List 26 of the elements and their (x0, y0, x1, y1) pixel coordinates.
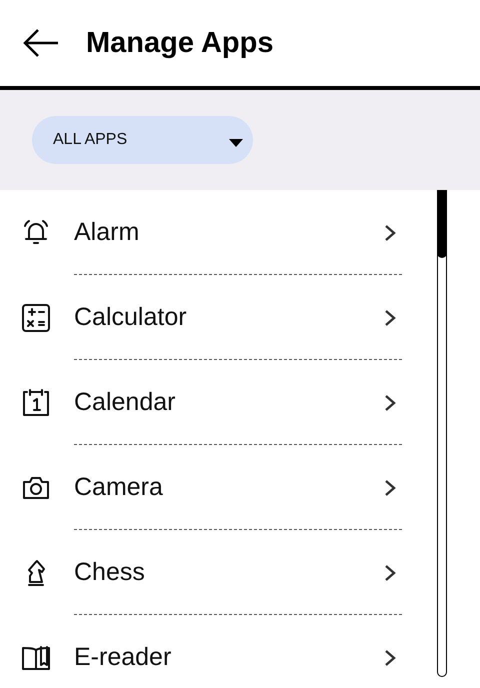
app-row[interactable]: Alarm (0, 190, 402, 275)
scrollbar-thumb[interactable] (437, 190, 447, 258)
app-name: Alarm (74, 218, 140, 247)
chevron-right-icon (384, 478, 396, 496)
app-row[interactable]: Calculator (0, 275, 402, 360)
back-arrow-icon[interactable] (22, 28, 60, 58)
caret-icon (229, 139, 243, 147)
app-name: Chess (74, 558, 146, 587)
chevron-right-icon (384, 564, 396, 582)
calendar-icon (20, 386, 52, 418)
scrollbar[interactable] (437, 190, 447, 677)
app-name: Calculator (74, 303, 188, 332)
app-name: Camera (74, 473, 164, 502)
app-name: Calendar (74, 388, 176, 417)
chevron-right-icon (384, 308, 396, 326)
app-row[interactable]: Camera (0, 445, 402, 530)
app-name: E-reader (74, 643, 172, 672)
calculator-icon (20, 302, 52, 334)
app-row[interactable]: Chess (0, 530, 402, 615)
chevron-right-icon (384, 224, 396, 242)
app-row[interactable]: E-reader (0, 615, 402, 688)
chevron-right-icon (384, 648, 396, 666)
filter-dropdown[interactable]: ALL APPS (32, 116, 253, 164)
chevron-right-icon (384, 394, 396, 412)
page-title: Manage Apps (86, 26, 274, 60)
app-row[interactable]: Calendar (0, 360, 402, 445)
